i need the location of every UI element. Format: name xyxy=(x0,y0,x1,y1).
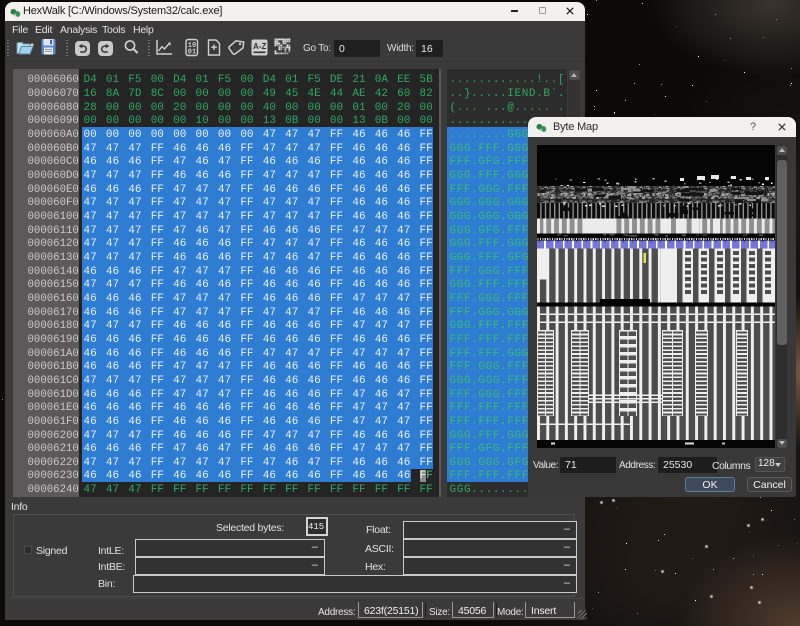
svg-text:01: 01 xyxy=(188,49,196,57)
svg-text:A-Z: A-Z xyxy=(253,42,266,51)
